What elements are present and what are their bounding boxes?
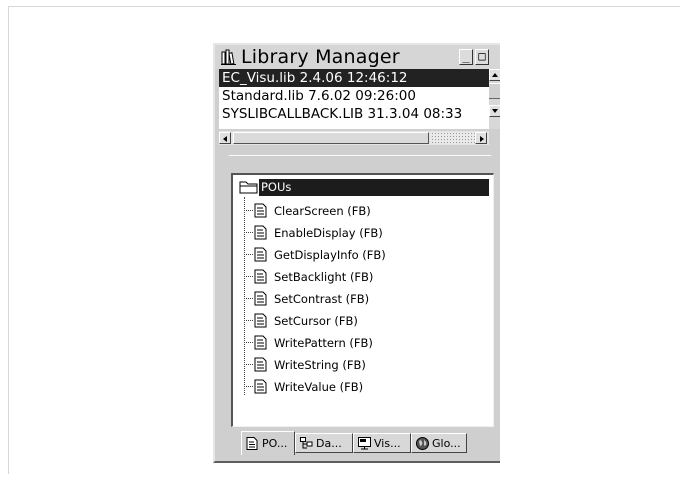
tab-label: Vis... [374, 437, 401, 450]
document-icon [254, 291, 267, 306]
pou-tree: POUs ClearScreen (FB) EnableDisplay (FB)… [231, 173, 494, 427]
pane-splitter[interactable] [229, 155, 491, 156]
library-list-vertical-scrollbar[interactable] [489, 69, 500, 129]
title-bar[interactable]: Library Manager _ □ [215, 45, 500, 69]
tree-item-label: SetCursor (FB) [274, 314, 358, 328]
arrow-left-icon [223, 136, 227, 142]
library-item[interactable]: SYSLIBCALLBACK.LIB 31.3.04 08:33 [219, 105, 489, 123]
scroll-up-button[interactable] [489, 69, 500, 81]
visualization-icon [358, 437, 371, 450]
tree-item[interactable]: ClearScreen (FB) [244, 202, 484, 220]
scroll-left-button[interactable] [219, 132, 231, 144]
datatypes-icon [300, 437, 313, 449]
tree-item-label: GetDisplayInfo (FB) [274, 248, 386, 262]
library-books-icon [221, 49, 236, 65]
minimize-button[interactable]: _ [459, 49, 473, 65]
tree-item[interactable]: SetContrast (FB) [244, 290, 484, 308]
tree-item[interactable]: GetDisplayInfo (FB) [244, 246, 484, 264]
pou-icon [246, 437, 258, 450]
library-list-horizontal-scrollbar[interactable] [219, 131, 489, 145]
library-list[interactable]: EC_Visu.lib 2.4.06 12:46:12 Standard.lib… [219, 69, 489, 129]
tab-visualizations[interactable]: Vis... [353, 433, 411, 453]
library-manager-window: Library Manager _ □ EC_Visu.lib 2.4.06 1… [213, 43, 500, 463]
globe-icon [416, 437, 429, 450]
tab-data-types[interactable]: Da... [295, 433, 353, 453]
tab-pous[interactable]: PO... [241, 431, 295, 455]
tree-item-label: WritePattern (FB) [274, 336, 373, 350]
tree-item-label: ClearScreen (FB) [274, 204, 371, 218]
tree-item[interactable]: SetBacklight (FB) [244, 268, 484, 286]
tab-label: PO... [262, 437, 288, 450]
tree-item-label: SetContrast (FB) [274, 292, 370, 306]
arrow-up-icon [492, 73, 498, 77]
document-icon [254, 247, 267, 262]
arrow-right-icon [480, 136, 484, 142]
tab-global-variables[interactable]: Glo... [411, 433, 467, 453]
document-icon [254, 379, 267, 394]
tree-item[interactable]: WritePattern (FB) [244, 334, 484, 352]
tree-item[interactable]: SetCursor (FB) [244, 312, 484, 330]
object-tabs: PO... Da... Vis... Glo... [231, 431, 500, 455]
folder-icon [239, 181, 258, 194]
maximize-button[interactable]: □ [475, 49, 489, 65]
tree-item[interactable]: WriteString (FB) [244, 356, 484, 374]
document-icon [254, 335, 267, 350]
document-icon [254, 313, 267, 328]
tree-root-label: POUs [259, 179, 489, 196]
vertical-scroll-thumb[interactable] [489, 83, 500, 99]
tree-root-pous[interactable]: POUs [237, 179, 489, 196]
scroll-down-button[interactable] [489, 105, 500, 117]
document-icon [254, 203, 267, 218]
tree-item-label: WriteValue (FB) [274, 380, 364, 394]
document-icon [254, 357, 267, 372]
horizontal-scroll-thumb[interactable] [233, 132, 429, 144]
tab-label: Glo... [432, 437, 461, 450]
horizontal-scroll-track[interactable] [431, 132, 475, 144]
tree-item-label: EnableDisplay (FB) [274, 226, 383, 240]
document-icon [254, 225, 267, 240]
tree-item[interactable]: EnableDisplay (FB) [244, 224, 484, 242]
scroll-right-button[interactable] [475, 132, 487, 144]
library-item[interactable]: EC_Visu.lib 2.4.06 12:46:12 [219, 69, 489, 87]
tree-item-label: SetBacklight (FB) [274, 270, 374, 284]
tab-label: Da... [316, 437, 342, 450]
document-icon [254, 269, 267, 284]
tree-item-label: WriteString (FB) [274, 358, 366, 372]
window-title: Library Manager [241, 46, 400, 68]
library-item[interactable]: Standard.lib 7.6.02 09:26:00 [219, 87, 489, 105]
tree-item[interactable]: WriteValue (FB) [244, 378, 484, 396]
arrow-down-icon [492, 109, 498, 113]
